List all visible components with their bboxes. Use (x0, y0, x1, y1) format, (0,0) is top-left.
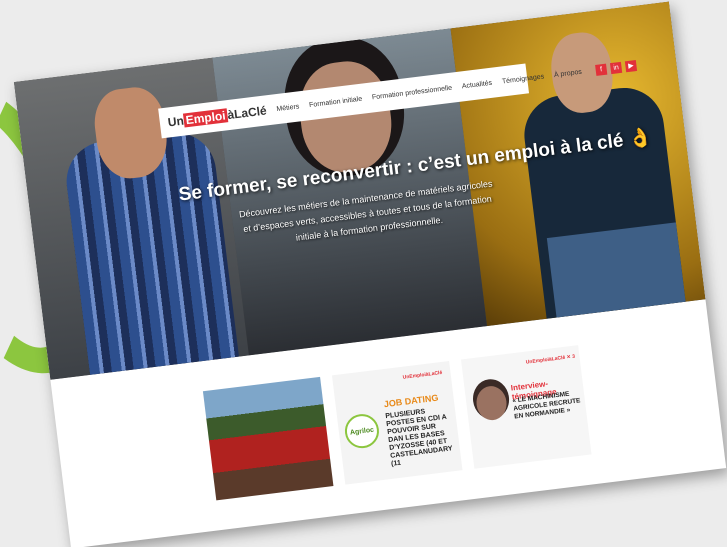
agriloc-logo: Agriloc (343, 412, 381, 451)
news-tiles: UnEmploiàLaClé Agriloc JOB DATING PLUSIE… (202, 345, 592, 501)
nav-formation-professionnelle[interactable]: Formation professionnelle (372, 84, 453, 101)
tile-job-dating[interactable]: UnEmploiàLaClé Agriloc JOB DATING PLUSIE… (331, 361, 463, 485)
site-logo[interactable]: UnEmploiàLaClé (167, 103, 267, 129)
nav-formation-initiale[interactable]: Formation initiale (309, 95, 363, 108)
tile-machinery-photo[interactable] (202, 376, 334, 501)
hero-banner: UnEmploiàLaClé Métiers Formation initial… (13, 1, 706, 380)
tile-brand-logo: UnEmploiàLaClé (402, 369, 443, 381)
nav-actualites[interactable]: Actualités (461, 79, 492, 90)
tile-interview[interactable]: UnEmploiàLaClé ✕ 3 Interview-témoignage … (460, 345, 592, 469)
website-screenshot-card: UnEmploiàLaClé Métiers Formation initial… (13, 1, 727, 547)
facebook-icon[interactable]: f (595, 63, 608, 76)
linkedin-icon[interactable]: in (609, 61, 623, 74)
tile-brand-logo: UnEmploiàLaClé ✕ 3 (525, 353, 576, 366)
interviewee-portrait (474, 384, 509, 422)
nav-metiers[interactable]: Métiers (276, 103, 300, 113)
job-dating-text: PLUSIEURS POSTES EN CDI A POUVOIR SUR DA… (384, 408, 453, 468)
youtube-icon[interactable]: ▶ (624, 59, 638, 72)
